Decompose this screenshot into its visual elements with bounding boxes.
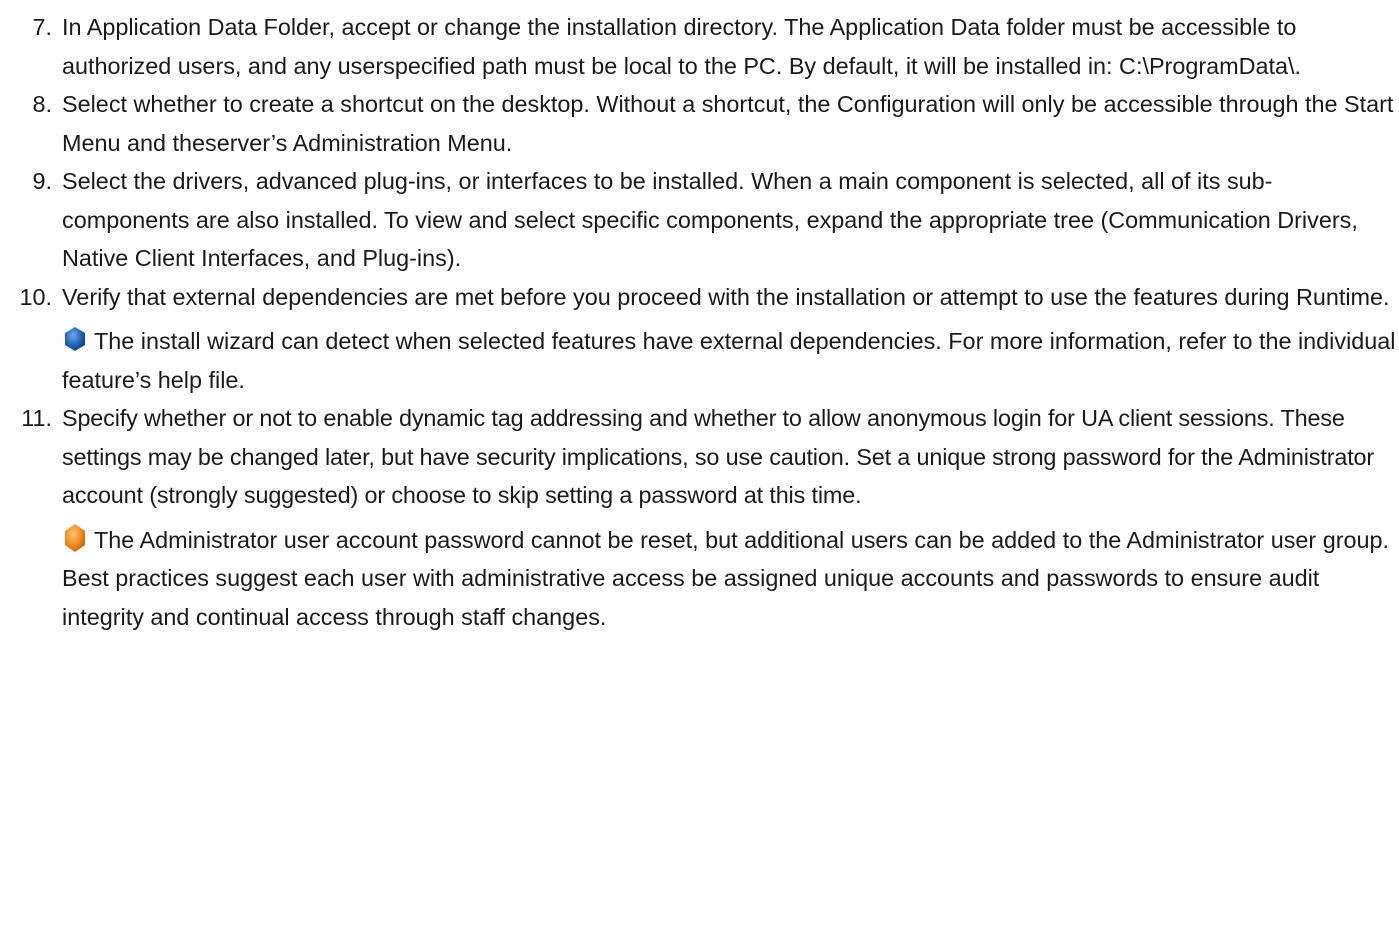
- step-number: 9.: [32, 168, 52, 194]
- info-hexagon-icon: [65, 327, 85, 351]
- step-8: 8. Select whether to create a shortcut o…: [0, 85, 1399, 162]
- step-number: 7.: [32, 14, 52, 40]
- note-text: The install wizard can detect when selec…: [62, 328, 1396, 393]
- info-note: The install wizard can detect when selec…: [62, 322, 1399, 399]
- step-number: 10.: [19, 283, 52, 310]
- step-9: 9. Select the drivers, advanced plug-ins…: [0, 162, 1399, 278]
- step-text: Select the drivers, advanced plug-ins, o…: [62, 168, 1358, 271]
- step-number: 11.: [21, 405, 52, 431]
- step-number: 8.: [32, 91, 52, 117]
- document-page: 7. In Application Data Folder, accept or…: [0, 0, 1399, 636]
- step-text: Verify that external dependencies are me…: [62, 283, 1390, 310]
- step-7: 7. In Application Data Folder, accept or…: [0, 8, 1399, 85]
- step-text: Specify whether or not to enable dynamic…: [62, 405, 1375, 508]
- step-text: In Application Data Folder, accept or ch…: [62, 14, 1302, 79]
- step-text: Select whether to create a shortcut on t…: [62, 91, 1394, 156]
- warning-note: The Administrator user account password …: [62, 521, 1399, 637]
- step-11: 11. Specify whether or not to enable dyn…: [0, 399, 1399, 636]
- warning-hexagon-icon: [65, 523, 85, 552]
- step-10: 10. Verify that external dependencies ar…: [0, 278, 1399, 400]
- note-text: The Administrator user account password …: [62, 526, 1390, 630]
